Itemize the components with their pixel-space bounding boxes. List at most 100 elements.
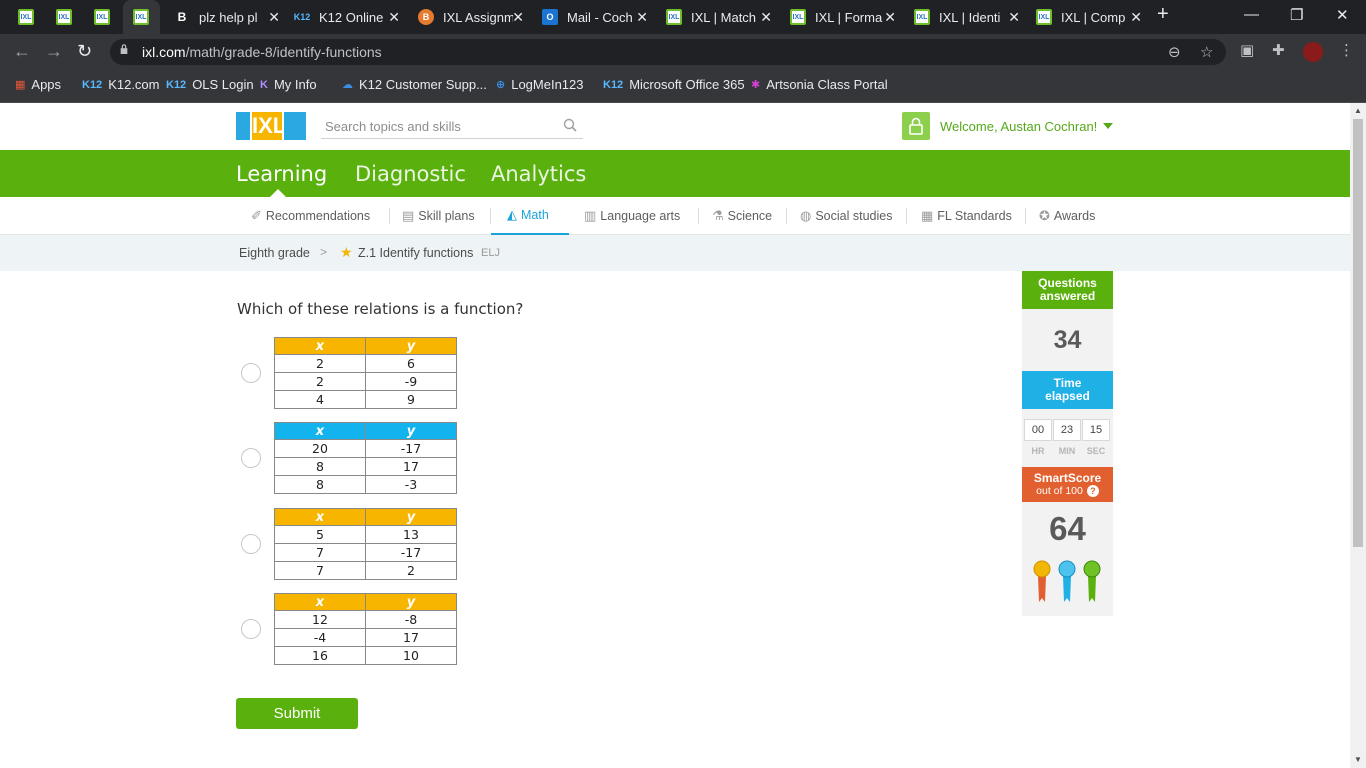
page-content: IXL Welcome, Austan Cochran! Learning Di…: [0, 103, 1350, 768]
browser-tab[interactable]: IXL IXL | Forma ✕: [784, 0, 902, 34]
scrollbar-thumb[interactable]: [1353, 119, 1363, 547]
questions-answered-header: Questions answered: [1022, 271, 1113, 309]
bookmark-apps[interactable]: ▦ Apps: [15, 77, 61, 92]
puzzle-icon[interactable]: ✚: [1272, 41, 1285, 59]
breadcrumb-grade[interactable]: Eighth grade: [239, 246, 310, 260]
page-scrollbar[interactable]: ▲ ▼: [1350, 103, 1366, 768]
ixl-favicon-icon: IXL: [94, 9, 110, 25]
back-arrow-icon[interactable]: ←: [13, 41, 31, 62]
tab-skill-plans[interactable]: ▤ Skill plans: [402, 197, 475, 235]
browser-tab[interactable]: IXL: [56, 0, 74, 34]
bookmark-ols-login[interactable]: K12 OLS Login: [166, 77, 254, 92]
active-nav-pointer: [270, 189, 286, 197]
orange-medal-icon: [1033, 560, 1051, 602]
scroll-up-arrow-icon[interactable]: ▲: [1354, 106, 1362, 115]
window-close-icon[interactable]: ✕: [1336, 6, 1349, 24]
blue-medal-icon: [1058, 560, 1076, 602]
help-question-icon[interactable]: ?: [1086, 485, 1099, 497]
bookmark-star-icon[interactable]: ☆: [1200, 43, 1213, 61]
time-minutes: 23: [1053, 419, 1081, 441]
browser-tab[interactable]: K12 K12 Online ✕: [288, 0, 406, 34]
scroll-down-arrow-icon[interactable]: ▼: [1354, 755, 1362, 764]
brainly-favicon-icon: B: [177, 10, 187, 24]
minimize-icon[interactable]: —: [1244, 6, 1259, 23]
smartscore-value: 64: [1049, 510, 1086, 547]
browser-tab[interactable]: IXL: [18, 0, 36, 34]
breadcrumb: Eighth grade > ★ Z.1 Identify functions …: [0, 235, 1350, 271]
ixl-logo[interactable]: IXL: [236, 112, 306, 140]
browser-tab[interactable]: O Mail - Coch ✕: [536, 0, 654, 34]
table-row: 26: [274, 354, 457, 373]
bookmark-my-info[interactable]: K My Info: [260, 77, 317, 92]
bookmark-k12[interactable]: K12 K12.com: [82, 77, 160, 92]
tab-awards[interactable]: ✪ Awards: [1039, 197, 1095, 235]
bitcoin-favicon-icon: B: [418, 9, 434, 25]
forward-arrow-icon[interactable]: →: [45, 41, 63, 62]
profile-avatar[interactable]: [1303, 42, 1323, 62]
tab-close-icon[interactable]: ✕: [268, 9, 280, 26]
user-menu[interactable]: Welcome, Austan Cochran!: [902, 112, 1114, 140]
nav-analytics[interactable]: Analytics: [491, 162, 586, 186]
tab-close-icon[interactable]: ✕: [760, 9, 772, 26]
tab-close-icon[interactable]: ✕: [388, 9, 400, 26]
skill-code: ELJ: [481, 247, 500, 259]
minutes-label: MIN: [1058, 446, 1076, 456]
stats-panel: Questions answered 34 Time elapsed 00 23…: [1022, 271, 1113, 616]
tab-close-icon[interactable]: ✕: [1130, 9, 1142, 26]
browser-tab[interactable]: IXL IXL | Comp ✕: [1030, 0, 1148, 34]
browser-tab[interactable]: IXL: [94, 0, 112, 34]
search-input[interactable]: [321, 115, 551, 137]
tab-language-arts[interactable]: ▥ Language arts: [584, 197, 680, 235]
ixl-favicon-icon: IXL: [1036, 9, 1052, 25]
browser-tab-active[interactable]: IXL: [123, 0, 160, 34]
restore-icon[interactable]: ❐: [1290, 6, 1303, 24]
browser-tab[interactable]: IXL IXL | Match ✕: [660, 0, 778, 34]
zoom-icon[interactable]: ⊖: [1168, 43, 1181, 61]
relation-table: xy 20 -17 8 17 8 -3: [274, 422, 457, 494]
answer-option-4[interactable]: xy 12 -8 -4 17 16 10: [241, 593, 461, 665]
extension-icon[interactable]: ▣: [1240, 41, 1254, 59]
relation-table: xy 12 -8 -4 17 16 10: [274, 593, 457, 665]
tab-recommendations[interactable]: ✐ Recommendations: [251, 197, 370, 235]
browser-tab[interactable]: B IXL Assignm ✕: [412, 0, 530, 34]
radio-button[interactable]: [241, 619, 261, 639]
bookmark-office365[interactable]: K12 Microsoft Office 365: [603, 77, 745, 92]
reload-icon[interactable]: ↻: [77, 41, 92, 62]
tab-math[interactable]: ◭ Math: [491, 197, 569, 235]
relation-table: xy 26 2 -9 49: [274, 337, 457, 409]
nav-diagnostic[interactable]: Diagnostic: [355, 162, 466, 186]
answer-option-2[interactable]: xy 20 -17 8 17 8 -3: [241, 422, 461, 494]
radio-button[interactable]: [241, 534, 261, 554]
time-hours: 00: [1024, 419, 1052, 441]
bookmark-logmein[interactable]: ⊕ LogMeIn123: [496, 77, 584, 92]
star-icon[interactable]: ★: [340, 244, 353, 261]
omnibox[interactable]: ixl.com/math/grade-8/identify-functions …: [110, 39, 1226, 65]
tab-close-icon[interactable]: ✕: [636, 9, 648, 26]
tab-science[interactable]: ⚗ Science: [712, 197, 772, 235]
answer-option-3[interactable]: xy 5 13 7 -17 72: [241, 508, 461, 580]
answer-option-1[interactable]: xy 26 2 -9 49: [241, 337, 461, 409]
tab-close-icon[interactable]: ✕: [1008, 9, 1020, 26]
search-icon[interactable]: [563, 118, 577, 132]
skill-plans-icon: ▤: [402, 208, 415, 223]
tab-fl-standards[interactable]: ▦ FL Standards: [921, 197, 1012, 235]
bookmark-k12-support[interactable]: ☁ K12 Customer Supp...: [342, 77, 487, 92]
new-tab-icon[interactable]: +: [1157, 3, 1169, 26]
k12-icon: K12: [166, 78, 187, 91]
bookmark-artsonia[interactable]: ✱ Artsonia Class Portal: [751, 77, 888, 92]
browser-tab[interactable]: IXL IXL | Identi ✕: [908, 0, 1026, 34]
main-nav: Learning Diagnostic Analytics: [0, 150, 1350, 197]
ixl-favicon-icon: IXL: [914, 9, 930, 25]
menu-dots-icon[interactable]: ⋮: [1339, 41, 1354, 59]
browser-tab[interactable]: B plz help pl ✕: [168, 0, 286, 34]
tab-close-icon[interactable]: ✕: [512, 9, 524, 26]
ixl-favicon-icon: IXL: [133, 9, 149, 25]
nav-learning[interactable]: Learning: [236, 162, 327, 186]
breadcrumb-skill: Z.1 Identify functions: [358, 246, 474, 260]
tab-close-icon[interactable]: ✕: [884, 9, 896, 26]
time-elapsed-header: Time elapsed: [1022, 371, 1113, 409]
tab-social-studies[interactable]: ◍ Social studies: [800, 197, 892, 235]
submit-button[interactable]: Submit: [236, 698, 358, 729]
radio-button[interactable]: [241, 363, 261, 383]
radio-button[interactable]: [241, 448, 261, 468]
